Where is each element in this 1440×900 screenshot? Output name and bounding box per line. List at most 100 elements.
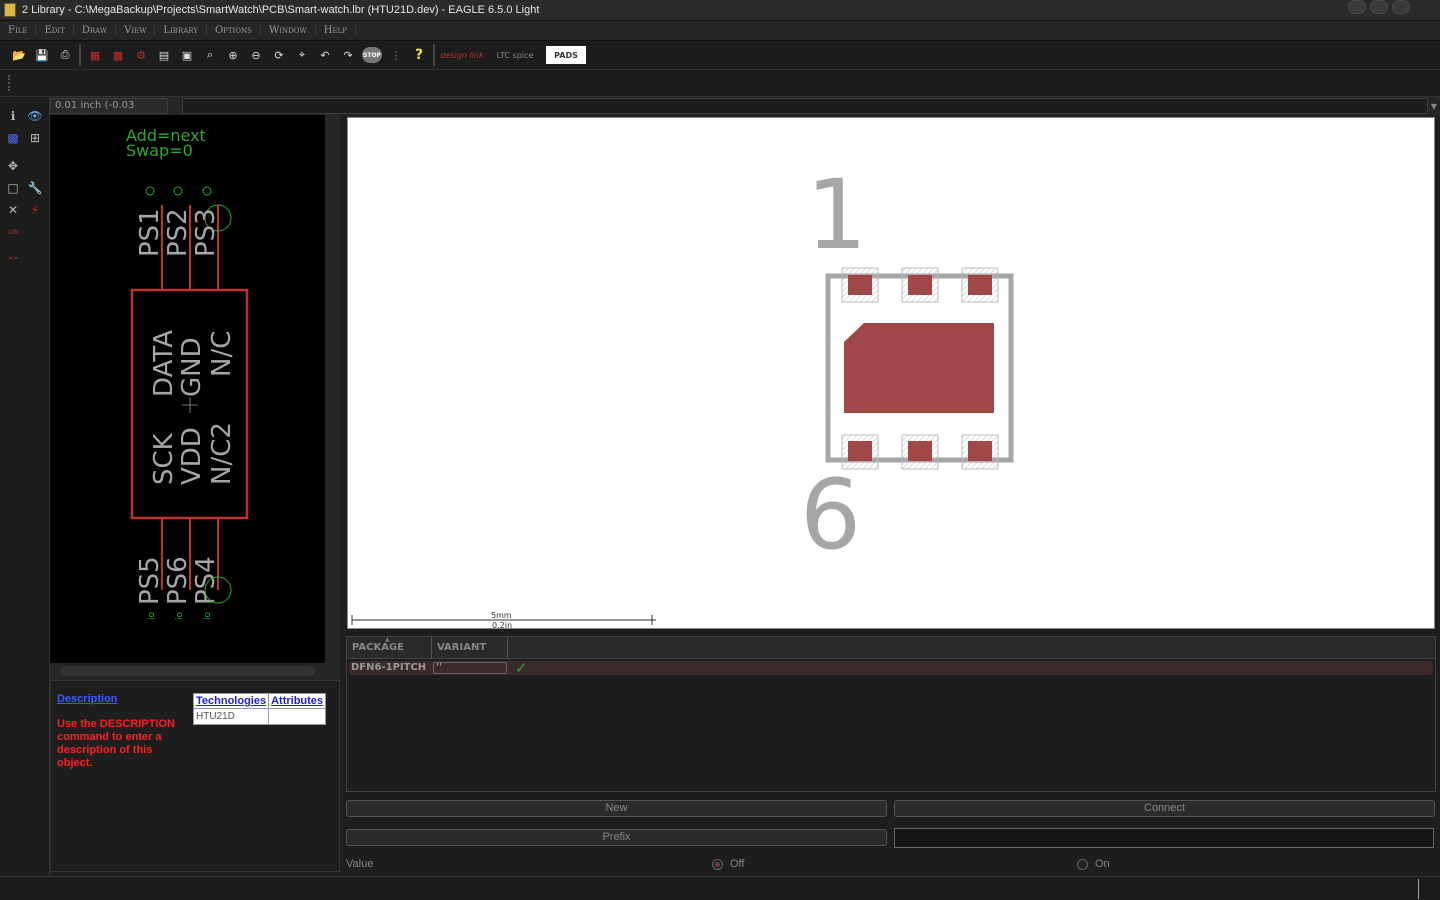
menu-help[interactable]: Help (316, 25, 356, 36)
variant-cell: '' (436, 662, 443, 673)
table-row[interactable]: DFN6-1PITCH '' ✓ (349, 659, 1433, 677)
help-icon[interactable]: ? (410, 46, 428, 64)
description-link[interactable]: Description (57, 693, 118, 705)
script-icon[interactable]: ▤ (155, 46, 173, 64)
pin-label-vdd: VDD (177, 427, 207, 485)
name-label-icon[interactable]: 10k (6, 225, 20, 239)
prefix-button[interactable]: Prefix (346, 829, 887, 846)
layer-display-icon[interactable]: ▩ (6, 131, 20, 145)
menu-window[interactable]: Window (261, 25, 316, 36)
prefix-input[interactable] (894, 828, 1434, 848)
toolbar-separator (433, 44, 435, 66)
pin-name-ps5: PS5 (135, 556, 165, 605)
connect-button[interactable]: Connect (894, 800, 1435, 817)
menu-options[interactable]: Options (207, 25, 261, 36)
title-bar: 2 Library - C:\MegaBackup\Projects\Smart… (0, 0, 1440, 21)
designlink-icon[interactable]: design link (440, 46, 484, 64)
redo-icon[interactable]: ↷ (339, 46, 357, 64)
print-icon[interactable]: ⎙ (56, 46, 74, 64)
column-header-variant[interactable]: VARIANT (437, 642, 486, 653)
stop-icon[interactable]: STOP (362, 47, 382, 63)
package-variant-table: PACKAGE ▲ VARIANT DFN6-1PITCH '' ✓ (346, 636, 1436, 792)
smd-pad (848, 275, 872, 295)
new-button[interactable]: New (346, 800, 887, 817)
schematic-icon[interactable]: ▦ (86, 46, 104, 64)
pads-icon[interactable]: PADS (546, 46, 586, 64)
main-toolbar: 📂 💾 ⎙ ▦ ▩ ⚙ ▤ ▣ ⌕ ⊕ ⊖ ⟳ ⌖ ↶ ↷ STOP ⋮ ? d… (0, 41, 1440, 70)
zoom-select-icon[interactable]: ⌖ (293, 46, 311, 64)
mark-icon[interactable]: ⊞ (28, 131, 42, 145)
go-icon[interactable]: ⋮ (387, 46, 405, 64)
open-folder-icon[interactable]: 📂 (10, 46, 28, 64)
value-row: Value Off On (346, 858, 1436, 874)
column-header-package[interactable]: PACKAGE (352, 642, 404, 653)
window-controls (1348, 0, 1410, 14)
package-cell: DFN6-1PITCH (351, 662, 427, 673)
pin-name-ps1: PS1 (135, 208, 165, 257)
value-on-radio[interactable] (1077, 859, 1088, 870)
value-off-radio[interactable] (712, 859, 723, 870)
redraw-icon[interactable]: ⟳ (270, 46, 288, 64)
symbol-drawing: Add=next Swap=0 PS1 PS2 PS3 DATA GND N/C… (126, 126, 249, 620)
smd-pad (908, 441, 932, 461)
value-label-icon[interactable]: >> (6, 251, 20, 265)
menu-edit[interactable]: Edit (36, 25, 74, 36)
ulp-icon[interactable]: ▣ (178, 46, 196, 64)
technologies-table: Technologies Attributes HTU21D (192, 693, 327, 725)
zoom-out-icon[interactable]: ⊖ (247, 46, 265, 64)
grid-coordinate-readout: 0.01 inch (-0.03 -0.17) (50, 98, 168, 125)
scroll-thumb[interactable] (60, 666, 315, 676)
pin-name-ps6: PS6 (163, 556, 193, 605)
pin-label-nc: N/C (207, 331, 237, 377)
delete-icon[interactable]: ✕ (6, 203, 20, 217)
attributes-header[interactable]: Attributes (268, 693, 327, 709)
bottom-pads (841, 434, 999, 470)
attribute-cell (268, 708, 327, 725)
symbol-vertical-scrollbar[interactable] (325, 115, 340, 663)
pin-name-ps2: PS2 (163, 208, 193, 257)
symbol-horizontal-scrollbar[interactable] (50, 663, 340, 680)
maximize-button[interactable] (1370, 0, 1388, 14)
coordinate-bar: 0.01 inch (-0.03 -0.17) ▼ (50, 97, 1440, 125)
scale-mm-label: 5mm (491, 611, 512, 620)
undo-icon[interactable]: ↶ (316, 46, 334, 64)
menu-bar: File Edit Draw View Library Options Wind… (0, 21, 1440, 41)
menu-view[interactable]: View (116, 25, 156, 36)
ltspice-icon[interactable]: LTC spice (489, 46, 541, 64)
grid-dots-icon[interactable] (8, 75, 30, 91)
parameter-toolbar (0, 70, 1440, 97)
smd-pad (848, 441, 872, 461)
pin-label-data: DATA (149, 330, 179, 397)
info-icon[interactable]: ℹ (6, 109, 20, 123)
package-drawing: 1 6 5mm 0.2in (351, 159, 1014, 630)
pin-name-ps4: PS4 (191, 556, 221, 605)
pin-direction-label: io (147, 611, 157, 620)
menu-library[interactable]: Library (155, 25, 207, 36)
pin-direction-label: io (175, 611, 185, 620)
toolbar-separator (79, 44, 81, 66)
show-eye-icon[interactable]: 👁 (27, 109, 42, 123)
technologies-header[interactable]: Technologies (192, 693, 270, 709)
move-icon[interactable]: ✥ (6, 159, 20, 173)
save-icon[interactable]: 💾 (33, 46, 51, 64)
chevron-down-icon[interactable]: ▼ (1428, 102, 1440, 111)
column-divider (431, 637, 432, 659)
group-icon[interactable]: □ (6, 181, 20, 195)
command-line-input[interactable] (182, 98, 1428, 114)
change-wrench-icon[interactable]: 🔧 (28, 181, 43, 195)
menu-draw[interactable]: Draw (74, 25, 117, 36)
minimize-button[interactable] (1348, 0, 1366, 14)
pin-connection-circle (173, 186, 183, 196)
pin1-label: 1 (806, 159, 867, 271)
pin-label-sck: SCK (149, 432, 179, 485)
technology-cell: HTU21D (192, 708, 270, 725)
zoom-fit-icon[interactable]: ⌕ (201, 46, 219, 64)
cam-icon[interactable]: ⚙ (132, 46, 150, 64)
menu-file[interactable]: File (0, 25, 37, 36)
zoom-in-icon[interactable]: ⊕ (224, 46, 242, 64)
board-icon[interactable]: ▩ (109, 46, 127, 64)
close-button[interactable] (1392, 0, 1410, 14)
add-part-icon[interactable]: ⚡ (28, 203, 42, 217)
pin-connection-circle (202, 186, 212, 196)
pin-label-gnd: GND (177, 337, 207, 397)
